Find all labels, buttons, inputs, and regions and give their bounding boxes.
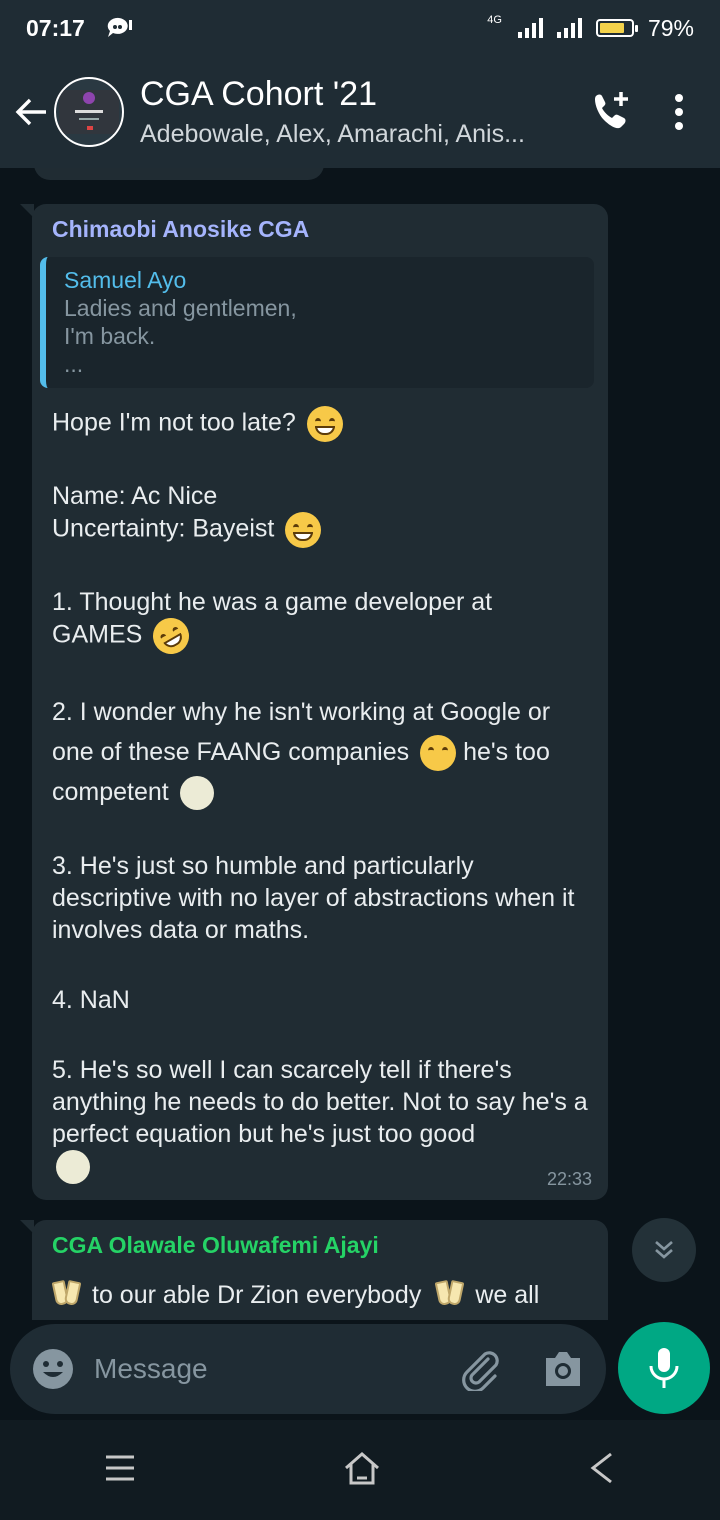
group-avatar[interactable] bbox=[54, 77, 124, 147]
message-paragraph: 1. Thought he was a game developer at GA… bbox=[52, 586, 588, 661]
message-paragraph: 2. I wonder why he isn't working at Goog… bbox=[52, 692, 588, 812]
attach-button[interactable] bbox=[458, 1347, 502, 1391]
chat-title: CGA Cohort '21 bbox=[140, 75, 378, 113]
battery-percent: 79% bbox=[647, 14, 694, 41]
clinking-glasses-icon bbox=[51, 1279, 82, 1311]
status-time: 07:17 bbox=[26, 14, 85, 41]
phone-plus-icon bbox=[594, 92, 628, 129]
camera-icon bbox=[546, 1352, 580, 1386]
arrow-left-icon bbox=[15, 98, 46, 126]
recent-apps-button[interactable] bbox=[103, 1453, 137, 1488]
rolling-on-floor-laughing-icon bbox=[146, 611, 196, 661]
message-sender: CGA Olawale Oluwafemi Ajayi bbox=[52, 1232, 379, 1258]
kebab-menu-icon bbox=[675, 94, 683, 130]
quoted-line: Ladies and gentlemen, bbox=[64, 295, 297, 321]
back-button[interactable] bbox=[10, 90, 54, 134]
message-input[interactable]: Message bbox=[94, 1353, 458, 1385]
message-bubble[interactable]: Chimaobi Anosike CGA Samuel Ayo Ladies a… bbox=[20, 204, 608, 1200]
thinking-face-icon bbox=[420, 735, 457, 772]
paperclip-icon bbox=[462, 1351, 499, 1391]
microphone-icon bbox=[649, 1348, 679, 1388]
chat-members: Adebowale, Alex, Amarachi, Anis... bbox=[140, 120, 525, 148]
more-options-button[interactable] bbox=[664, 84, 694, 140]
emoji-icon bbox=[33, 1349, 73, 1389]
quoted-reply[interactable]: Samuel Ayo Ladies and gentlemen, I'm bac… bbox=[40, 257, 594, 388]
menu-lines-icon bbox=[105, 1455, 134, 1480]
message-paragraph: 4. NaN bbox=[52, 986, 130, 1014]
message-paragraph: Name: Ac Nice Uncertainty: Bayeist bbox=[52, 480, 588, 548]
message-paragraph: Hope I'm not too late? bbox=[52, 406, 588, 442]
quoted-line: I'm back. bbox=[64, 323, 156, 349]
scroll-to-bottom-button[interactable] bbox=[632, 1218, 696, 1282]
grinning-face-icon bbox=[306, 406, 343, 442]
quoted-ellipsis: ... bbox=[64, 351, 84, 377]
message-composer: Message bbox=[10, 1324, 606, 1414]
message-text: to our able Dr Zion everybody we all bbox=[51, 1279, 588, 1311]
chat-header: CGA Cohort '21 Adebowale, Alex, Amarachi… bbox=[0, 56, 720, 168]
add-call-button[interactable] bbox=[582, 84, 638, 140]
camera-button[interactable] bbox=[542, 1350, 584, 1388]
full-moon-face-icon bbox=[179, 776, 214, 811]
status-bar: 07:17 4G 79% bbox=[0, 0, 720, 56]
message-bubble[interactable]: CGA Olawale Oluwafemi Ajayi to our able … bbox=[20, 1220, 608, 1320]
system-navigation-bar bbox=[0, 1420, 720, 1520]
battery-icon bbox=[595, 19, 638, 37]
message-paragraph: 5. He's so well I can scarcely tell if t… bbox=[52, 1054, 588, 1185]
quoted-sender: Samuel Ayo bbox=[64, 267, 187, 293]
signal-icon bbox=[517, 18, 543, 38]
chevron-left-icon bbox=[590, 1452, 613, 1483]
notification-icon bbox=[105, 16, 133, 40]
chat-title-area[interactable]: CGA Cohort '21 Adebowale, Alex, Amarachi… bbox=[140, 75, 582, 149]
tears-of-joy-icon bbox=[285, 512, 322, 548]
emoji-button[interactable] bbox=[32, 1348, 74, 1390]
nav-back-button[interactable] bbox=[587, 1450, 617, 1491]
signal-icon-2 bbox=[556, 18, 582, 38]
home-icon bbox=[344, 1451, 379, 1484]
network-type: 4G bbox=[487, 14, 502, 26]
message-sender: Chimaobi Anosike CGA bbox=[52, 216, 310, 242]
previous-message-bubble bbox=[34, 168, 324, 180]
message-text: Hope I'm not too late? Name: Ac Nice Unc… bbox=[52, 406, 588, 1185]
message-timestamp: 22:33 bbox=[546, 1169, 592, 1189]
clinking-glasses-icon bbox=[434, 1279, 465, 1311]
double-chevron-down-icon bbox=[655, 1241, 673, 1259]
full-moon-face-icon bbox=[56, 1150, 90, 1185]
voice-message-button[interactable] bbox=[618, 1322, 710, 1414]
message-list[interactable]: Chimaobi Anosike CGA Samuel Ayo Ladies a… bbox=[0, 168, 720, 1320]
message-paragraph: 3. He's just so humble and particularly … bbox=[52, 852, 575, 944]
home-button[interactable] bbox=[342, 1450, 382, 1491]
